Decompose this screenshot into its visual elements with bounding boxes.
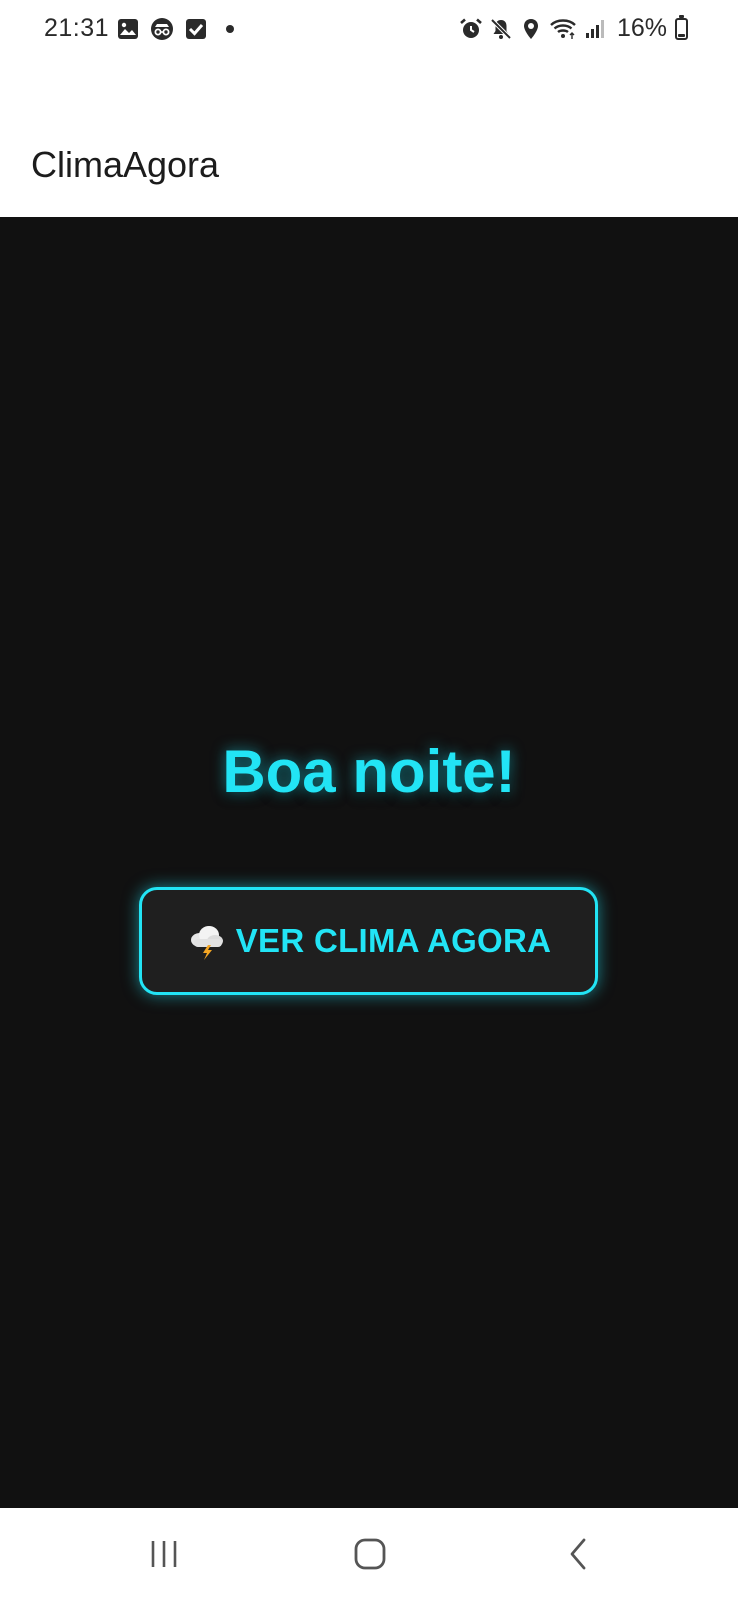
signal-icon: [585, 19, 604, 38]
main-content: Boa noite! VER CLIMA AGORA: [0, 217, 738, 1508]
back-button[interactable]: [548, 1530, 608, 1578]
app-bar: ClimaAgora: [0, 62, 738, 217]
battery-fill: [678, 33, 685, 37]
greeting-text: Boa noite!: [222, 738, 516, 805]
wifi-icon: [550, 18, 576, 39]
home-icon: [354, 1538, 386, 1570]
battery-icon: [675, 14, 688, 40]
view-weather-button[interactable]: VER CLIMA AGORA: [139, 887, 598, 995]
status-bar: 21:31 16%: [0, 0, 738, 62]
phone-screen: 21:31 16% ClimaAgora Boa noite! VER CLIM…: [0, 0, 738, 1600]
recent-apps-icon: [151, 1541, 177, 1567]
navigation-bar: [0, 1508, 738, 1600]
battery-percent: 16%: [616, 14, 667, 42]
back-icon: [570, 1538, 586, 1570]
status-system-icons: 16%: [459, 14, 688, 43]
mute-icon: [490, 18, 512, 39]
image-icon: [118, 19, 138, 39]
checkbox-icon: [186, 19, 206, 39]
status-time: 21:31: [44, 14, 110, 42]
app-title: ClimaAgora: [31, 144, 220, 185]
home-button[interactable]: [340, 1530, 400, 1578]
status-notification-icons: [116, 17, 234, 41]
recent-apps-button[interactable]: [134, 1530, 194, 1578]
view-weather-button-label: VER CLIMA AGORA: [235, 922, 552, 959]
incognito-icon: [151, 18, 173, 40]
dot-icon: [226, 25, 234, 33]
location-icon: [523, 18, 538, 39]
storm-cloud-icon: [190, 926, 223, 960]
alarm-icon: [460, 18, 482, 38]
